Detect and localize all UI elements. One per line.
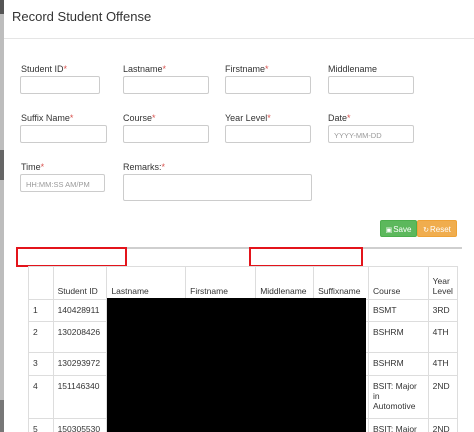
header-year-level[interactable]: Year Level bbox=[427, 266, 458, 300]
record-offense-modal: Record Student Offense Student ID* Lastn… bbox=[4, 0, 474, 432]
header-middlename[interactable]: Middlename bbox=[255, 266, 315, 300]
year-level-cell: 4TH bbox=[427, 321, 458, 353]
course-cell: BSIT: Major in Automotive bbox=[367, 375, 429, 419]
header-firstname[interactable]: Firstname bbox=[185, 266, 257, 300]
time-input[interactable]: HH:MM:SS AM/PM bbox=[20, 174, 105, 192]
title-divider bbox=[4, 38, 474, 39]
header-suffixname[interactable]: Suffixname bbox=[313, 266, 369, 300]
row-number: 1 bbox=[28, 299, 54, 322]
row-number: 5 bbox=[28, 418, 54, 432]
year-level-cell: 3RD bbox=[427, 299, 458, 322]
student-id-input[interactable] bbox=[20, 76, 100, 94]
header-index bbox=[28, 266, 54, 300]
time-label: Time* bbox=[21, 162, 45, 172]
student-id-label: Student ID* bbox=[21, 64, 68, 74]
year-level-cell: 2ND bbox=[427, 375, 458, 419]
student-id-cell: 140428911 bbox=[52, 299, 108, 322]
course-cell: BSHRM bbox=[367, 321, 429, 353]
course-cell: BSMT bbox=[367, 299, 429, 322]
course-cell: BSHRM bbox=[367, 352, 429, 376]
redacted-names-block bbox=[107, 298, 366, 432]
firstname-input[interactable] bbox=[225, 76, 311, 94]
suffix-name-label: Suffix Name* bbox=[21, 113, 74, 123]
header-lastname[interactable]: Lastname bbox=[106, 266, 187, 300]
modal-title: Record Student Offense bbox=[12, 9, 152, 24]
save-icon: ▣ bbox=[385, 227, 393, 234]
student-id-cell: 151146340 bbox=[52, 375, 108, 419]
course-label: Course* bbox=[123, 113, 156, 123]
student-id-cell: 130293972 bbox=[52, 352, 108, 376]
save-button[interactable]: ▣Save bbox=[380, 220, 417, 237]
middlename-input[interactable] bbox=[328, 76, 414, 94]
row-number: 3 bbox=[28, 352, 54, 376]
firstname-label: Firstname* bbox=[225, 64, 269, 74]
highlight-box-right bbox=[249, 247, 363, 267]
highlight-box-left bbox=[16, 247, 127, 267]
course-cell: BSIT: Major bbox=[367, 418, 429, 432]
remarks-label: Remarks:* bbox=[123, 162, 166, 172]
date-input[interactable]: YYYY-MM-DD bbox=[328, 125, 414, 143]
remarks-textarea[interactable] bbox=[123, 174, 312, 201]
year-level-cell: 4TH bbox=[427, 352, 458, 376]
header-course[interactable]: Course bbox=[367, 266, 429, 300]
refresh-icon: ↻ bbox=[423, 227, 429, 234]
suffix-name-input[interactable] bbox=[20, 125, 107, 143]
header-student-id[interactable]: Student ID bbox=[52, 266, 108, 300]
row-number: 2 bbox=[28, 321, 54, 353]
student-id-cell: 130208426 bbox=[52, 321, 108, 353]
year-level-label: Year Level* bbox=[225, 113, 271, 123]
date-label: Date* bbox=[328, 113, 351, 123]
course-input[interactable] bbox=[123, 125, 209, 143]
lastname-label: Lastname* bbox=[123, 64, 167, 74]
students-table-container: Student ID Lastname Firstname Middlename… bbox=[28, 266, 458, 432]
year-level-input[interactable] bbox=[225, 125, 311, 143]
table-header-row: Student ID Lastname Firstname Middlename… bbox=[28, 266, 458, 300]
student-id-cell: 150305530 bbox=[52, 418, 108, 432]
year-level-cell: 2ND bbox=[427, 418, 458, 432]
row-number: 4 bbox=[28, 375, 54, 419]
lastname-input[interactable] bbox=[123, 76, 209, 94]
reset-button[interactable]: ↻Reset bbox=[417, 220, 457, 237]
middlename-label: Middlename bbox=[328, 64, 378, 74]
